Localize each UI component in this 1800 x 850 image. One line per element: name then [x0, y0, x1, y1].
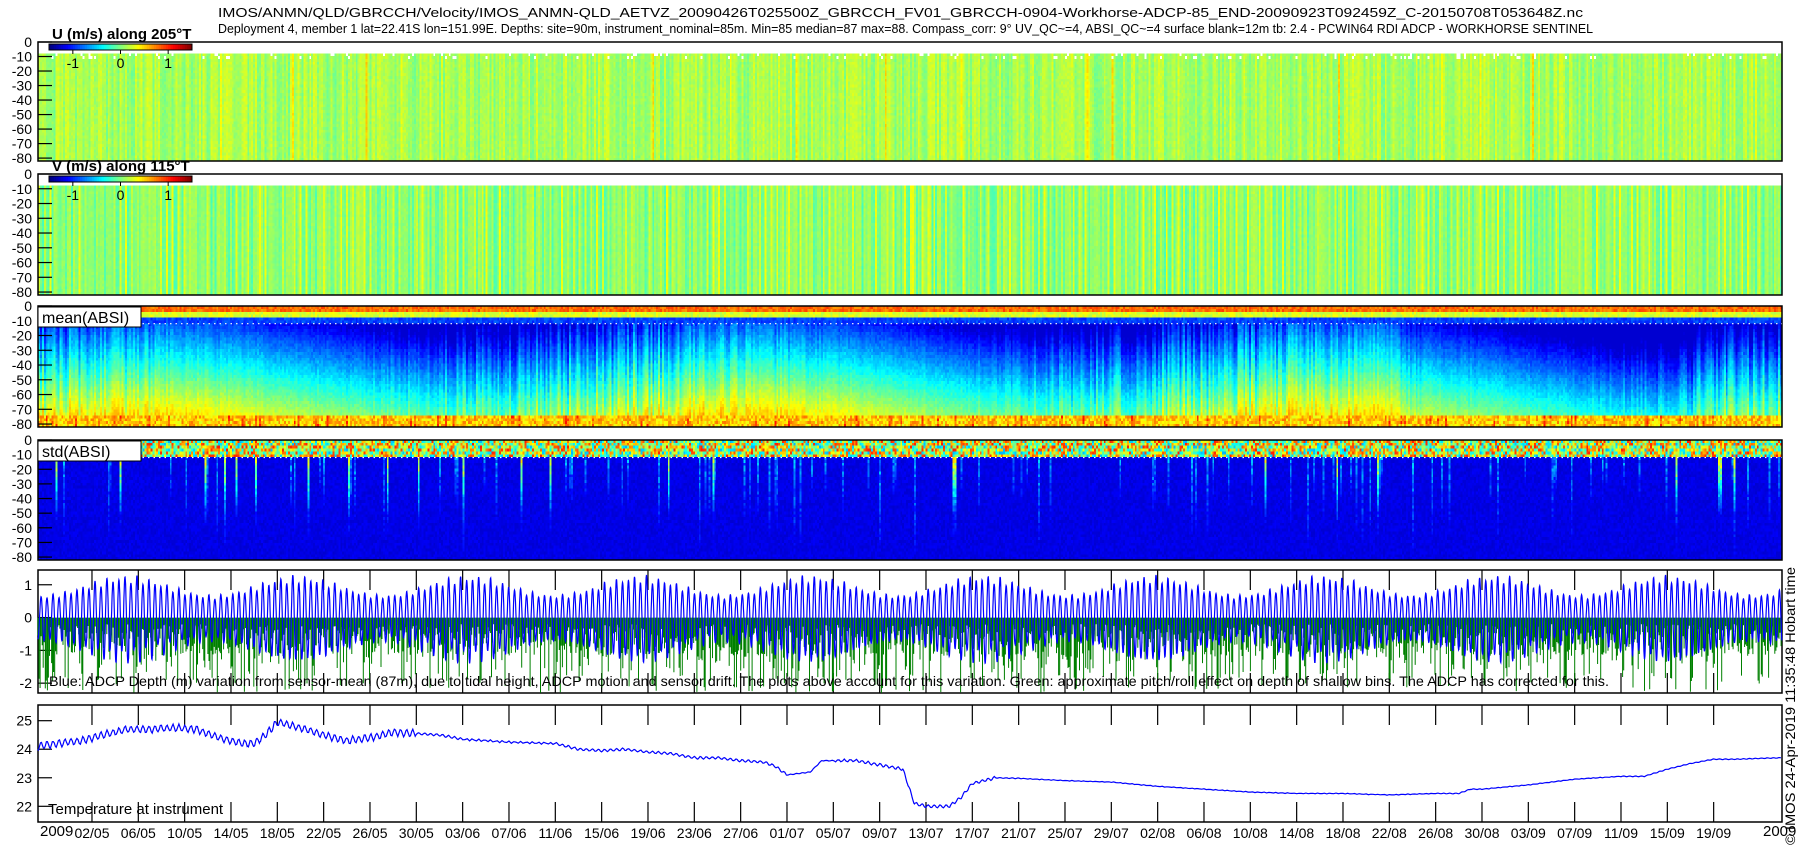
y-tick-label: -30 [12, 342, 32, 358]
x-tick-label: 18/08 [1325, 825, 1360, 841]
x-tick-label: 19/09 [1696, 825, 1731, 841]
y-tick-label: -60 [12, 255, 32, 271]
y-tick-label: -1 [20, 642, 33, 658]
colorbar-tick-label: 0 [117, 55, 125, 71]
x-tick-label: 26/08 [1418, 825, 1453, 841]
x-tick-label: 10/08 [1233, 825, 1268, 841]
x-tick-label: 15/09 [1650, 825, 1685, 841]
y-tick-label: -40 [12, 357, 32, 373]
x-tick-label: 22/05 [306, 825, 341, 841]
y-tick-label: 1 [24, 577, 32, 593]
x-tick-label: 07/06 [491, 825, 526, 841]
y-tick-label: -60 [12, 520, 32, 536]
x-tick-label: 17/07 [955, 825, 990, 841]
y-tick-label: -10 [12, 447, 32, 463]
panel-frame-u [37, 41, 1783, 162]
y-tick-label: 23 [16, 770, 32, 786]
y-tick-label: 0 [24, 610, 32, 626]
x-year-label-left: 2009 [40, 823, 73, 840]
x-tick-label: 09/07 [862, 825, 897, 841]
y-tick-label: -60 [12, 387, 32, 403]
y-tick-label: -50 [12, 505, 32, 521]
panel-title-v: V (m/s) along 115°T [52, 158, 190, 175]
header-deployment-info: Deployment 4, member 1 lat=22.41S lon=15… [218, 21, 1593, 36]
panel-title-std_absi: std(ABSI) [42, 444, 110, 461]
y-tick-label: -80 [12, 416, 32, 432]
temperature-series [37, 718, 1782, 809]
x-tick-label: 02/08 [1140, 825, 1175, 841]
x-tick-label: 18/05 [260, 825, 295, 841]
y-tick-label: -20 [12, 196, 32, 212]
y-tick-label: -10 [12, 313, 32, 329]
y-tick-label: 25 [16, 713, 32, 729]
x-tick-label: 14/08 [1279, 825, 1314, 841]
x-tick-label: 06/05 [121, 825, 156, 841]
x-tick-label: 21/07 [1001, 825, 1036, 841]
y-tick-label: -2 [20, 675, 33, 691]
x-tick-label: 11/09 [1604, 825, 1638, 841]
y-tick-label: -70 [12, 534, 32, 550]
y-tick-label: -20 [12, 328, 32, 344]
x-tick-label: 03/06 [445, 825, 480, 841]
colorbar-tick-label: 1 [164, 187, 172, 203]
panel-title-mean_absi: mean(ABSI) [42, 310, 129, 327]
x-tick-label: 25/07 [1047, 825, 1082, 841]
figure-overlay: IMOS/ANMN/QLD/GBRCCH/Velocity/IMOS_ANMN-… [12, 5, 1798, 845]
colorbar-tick-label: 1 [164, 55, 172, 71]
x-tick-label: 03/09 [1511, 825, 1546, 841]
y-tick-label: 0 [24, 166, 32, 182]
panel-frame-v [37, 173, 1783, 296]
y-tick-label: -70 [12, 269, 32, 285]
x-tick-label: 02/05 [74, 825, 109, 841]
panel-frame-std_absi [37, 439, 1783, 561]
x-tick-label: 11/06 [538, 825, 572, 841]
temperature-label: Temperature at instrument [48, 801, 224, 818]
depth-caption: Blue: ADCP Depth (m) variation from sens… [49, 673, 1609, 689]
y-tick-label: -20 [12, 461, 32, 477]
x-tick-label: 05/07 [816, 825, 851, 841]
credit-text: © IMOS 24-Apr-2019 11:35:48 Hobart time [1782, 567, 1798, 845]
x-tick-label: 19/06 [630, 825, 665, 841]
y-tick-label: 22 [16, 798, 32, 814]
colorbar-tick-label: 0 [117, 187, 125, 203]
x-tick-label: 14/05 [213, 825, 248, 841]
x-tick-label: 22/08 [1372, 825, 1407, 841]
y-tick-label: -80 [12, 150, 32, 166]
x-tick-label: 23/06 [677, 825, 712, 841]
colorbar-tick-label: -1 [67, 55, 80, 71]
y-tick-label: -40 [12, 225, 32, 241]
y-tick-label: -10 [12, 181, 32, 197]
panel-frame-mean_absi [37, 305, 1783, 428]
header-filename: IMOS/ANMN/QLD/GBRCCH/Velocity/IMOS_ANMN-… [218, 5, 1584, 20]
panel-frame-temperature [37, 704, 1783, 823]
y-tick-label: 24 [16, 741, 32, 757]
x-tick-label: 30/05 [399, 825, 434, 841]
x-tick-label: 01/07 [769, 825, 804, 841]
panel-title-u: U (m/s) along 205°T [52, 26, 191, 43]
y-tick-label: -80 [12, 549, 32, 565]
colorbar-tick-label: -1 [67, 187, 80, 203]
y-tick-label: -30 [12, 210, 32, 226]
x-tick-label: 29/07 [1094, 825, 1129, 841]
y-tick-label: -50 [12, 240, 32, 256]
x-tick-label: 13/07 [908, 825, 943, 841]
y-tick-label: 0 [24, 298, 32, 314]
x-tick-label: 07/09 [1557, 825, 1592, 841]
y-tick-label: -70 [12, 401, 32, 417]
x-tick-label: 26/05 [352, 825, 387, 841]
x-tick-label: 15/06 [584, 825, 619, 841]
x-tick-label: 30/08 [1464, 825, 1499, 841]
x-tick-label: 10/05 [167, 825, 202, 841]
x-tick-label: 27/06 [723, 825, 758, 841]
y-tick-label: -30 [12, 476, 32, 492]
y-tick-label: -40 [12, 491, 32, 507]
adcp-figure: IMOS/ANMN/QLD/GBRCCH/Velocity/IMOS_ANMN-… [0, 0, 1800, 850]
y-tick-label: -50 [12, 372, 32, 388]
x-tick-label: 06/08 [1186, 825, 1221, 841]
y-tick-label: 0 [24, 432, 32, 448]
